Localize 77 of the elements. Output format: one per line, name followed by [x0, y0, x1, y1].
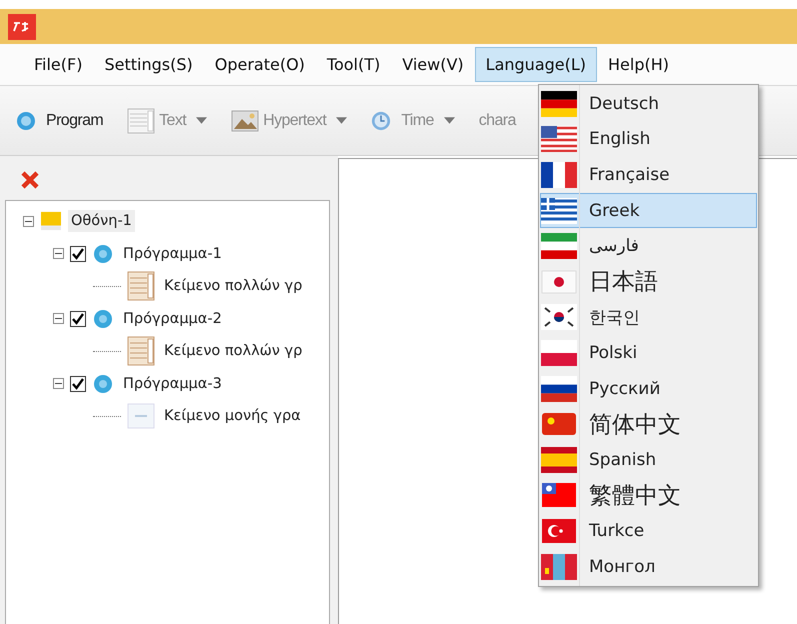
- toolbar-button[interactable]: Program: [12, 108, 108, 132]
- disc-icon: [92, 244, 114, 264]
- language-label: Монгол: [589, 556, 656, 577]
- language-menu-item[interactable]: English: [540, 122, 757, 158]
- menu-item[interactable]: Help(H): [597, 47, 680, 82]
- tree-item-label[interactable]: Πρόγραμμα-2: [120, 308, 225, 330]
- language-menu-item[interactable]: Spanish: [540, 442, 757, 478]
- menu-item[interactable]: Tool(T): [316, 47, 392, 82]
- flag-icon: [541, 518, 577, 544]
- language-label: English: [589, 129, 650, 150]
- language-label: Turkce: [589, 520, 644, 541]
- language-label: 繁體中文: [589, 482, 681, 511]
- document-icon: [127, 108, 156, 134]
- text-icon: [127, 401, 155, 432]
- disc-icon: [92, 374, 114, 394]
- flag-icon: [541, 482, 577, 508]
- language-menu-item[interactable]: Русский: [540, 370, 757, 406]
- app-logo-icon: [8, 14, 36, 40]
- language-label: Spanish: [589, 450, 656, 470]
- tree-item-label[interactable]: Οθόνη-1: [68, 210, 135, 232]
- language-label: Polski: [589, 342, 638, 363]
- delete-icon[interactable]: [20, 170, 40, 190]
- menu-item[interactable]: File(F): [23, 47, 94, 82]
- menu-item[interactable]: Language(L): [474, 47, 598, 82]
- flag-icon: [541, 554, 577, 580]
- checkbox[interactable]: [70, 310, 86, 327]
- flag-icon: [541, 268, 577, 295]
- checkbox[interactable]: [70, 376, 86, 392]
- collapse-icon[interactable]: [53, 313, 64, 324]
- language-menu-item[interactable]: Polski: [540, 335, 757, 371]
- language-menu-item[interactable]: Монгол: [540, 548, 757, 584]
- menu-item[interactable]: Settings(S): [93, 47, 204, 82]
- language-menu-item[interactable]: Turkce: [540, 513, 757, 549]
- language-menu-item[interactable]: Deutsch: [540, 86, 757, 122]
- menu-item[interactable]: Operate(O): [204, 47, 316, 82]
- language-menu-item[interactable]: Française: [540, 157, 757, 193]
- document-icon: [127, 336, 155, 366]
- language-menu-item[interactable]: 日本語: [540, 264, 757, 300]
- language-label: Русский: [589, 378, 660, 399]
- document-icon: [127, 271, 155, 302]
- flag-icon: [541, 446, 577, 473]
- language-label: فارسی: [589, 236, 639, 256]
- flag-icon: [541, 304, 577, 330]
- language-menu-item[interactable]: فارسی: [540, 228, 757, 264]
- checkbox[interactable]: [70, 246, 86, 262]
- image-icon: [231, 108, 260, 134]
- collapse-icon[interactable]: [53, 248, 64, 260]
- clock-icon: [371, 110, 392, 130]
- language-label: Deutsch: [589, 94, 659, 114]
- flag-icon: [541, 411, 577, 438]
- flag-icon: [541, 340, 577, 366]
- disc-icon: [92, 308, 114, 329]
- language-label: Française: [589, 164, 670, 185]
- tree-item-label[interactable]: Κείμενο πολλών γρ: [161, 275, 306, 298]
- language-menu-item[interactable]: Greek: [540, 192, 757, 228]
- collapse-icon[interactable]: [23, 216, 34, 227]
- language-menu-item[interactable]: 简体中文: [540, 406, 757, 442]
- language-menu-item[interactable]: 繁體中文: [540, 478, 757, 514]
- language-label: 한국인: [589, 306, 640, 329]
- tree-item-label[interactable]: Πρόγραμμα-3: [120, 372, 225, 395]
- language-label: 简体中文: [589, 410, 681, 440]
- disc-icon: [16, 110, 36, 130]
- tree-item-label[interactable]: Κείμενο μονής γρα: [161, 405, 304, 428]
- language-menu-item[interactable]: 한국인: [540, 300, 757, 336]
- flag-icon: [541, 126, 577, 152]
- language-label: 日本語: [589, 268, 658, 298]
- flag-icon: [541, 162, 577, 188]
- flag-icon: [541, 90, 577, 117]
- monitor-icon: [40, 211, 62, 232]
- tree-item-label[interactable]: Πρόγραμμα-1: [120, 242, 225, 265]
- flag-icon: [541, 233, 577, 260]
- flag-icon: [541, 376, 577, 402]
- language-label: Greek: [589, 200, 640, 221]
- collapse-icon[interactable]: [53, 378, 64, 390]
- tree-item-label[interactable]: Κείμενο πολλών γρ: [161, 340, 306, 362]
- flag-icon: [541, 198, 577, 224]
- menu-item[interactable]: View(V): [391, 47, 475, 82]
